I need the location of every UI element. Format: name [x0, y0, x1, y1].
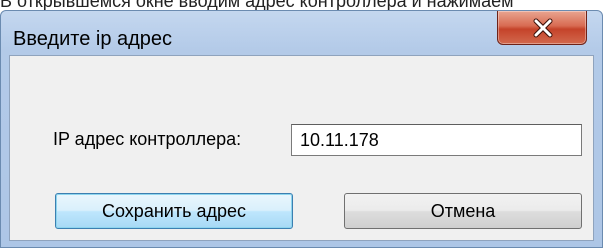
ip-address-input[interactable]	[291, 124, 582, 156]
dialog-title: Введите ip адрес	[13, 28, 173, 50]
close-icon	[533, 18, 553, 38]
cancel-button[interactable]: Отмена	[344, 193, 582, 229]
ip-address-label: IP адрес контроллера:	[53, 129, 242, 149]
dialog-client-area: IP адрес контроллера: Сохранить адрес От…	[9, 55, 594, 241]
ip-address-dialog: Введите ip адрес IP адрес контроллера: С…	[0, 10, 603, 248]
dialog-titlebar[interactable]: Введите ip адрес	[1, 11, 602, 55]
save-address-button[interactable]: Сохранить адрес	[55, 193, 293, 229]
close-button[interactable]	[497, 11, 587, 45]
